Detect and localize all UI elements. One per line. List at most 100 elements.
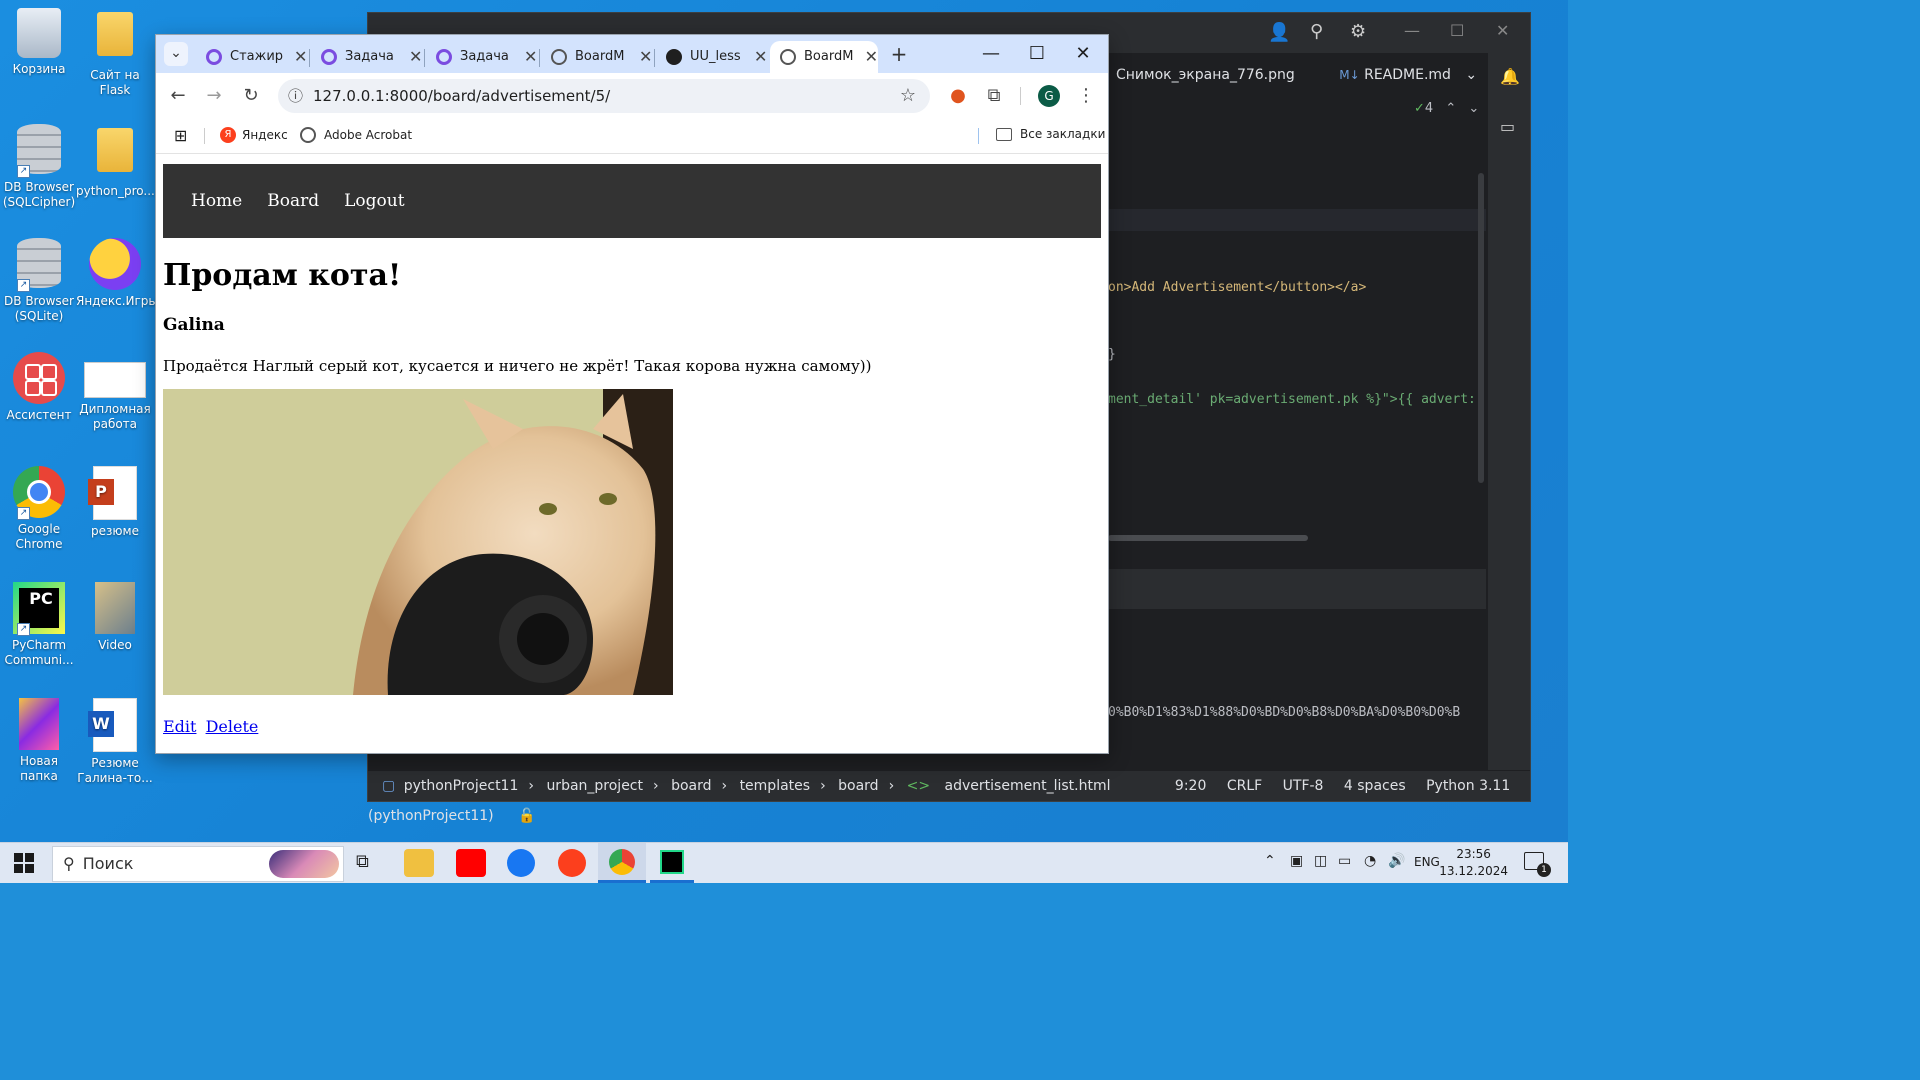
code-line[interactable]: ment_detail' pk=advertisement.pk %}">{{ … (1108, 392, 1476, 407)
chevron-down-icon[interactable]: ⌄ (1468, 101, 1479, 116)
tray-device-icon[interactable]: ▣ (1290, 853, 1303, 869)
close-tab-icon[interactable]: ✕ (409, 43, 422, 71)
lock-icon[interactable]: 🔓 (518, 808, 535, 824)
close-tab-icon[interactable]: ✕ (524, 43, 537, 71)
browser-tab[interactable]: UU_less ✕ (656, 41, 768, 73)
windows-start-icon[interactable] (14, 853, 34, 873)
desktop-icon-new-folder[interactable]: Новая папка (0, 698, 78, 784)
breadcrumb-item[interactable]: board (671, 778, 711, 794)
bell-icon[interactable]: 🔔 (1500, 67, 1520, 86)
tab-readme[interactable]: README.md (1364, 67, 1451, 83)
reload-icon[interactable]: ↻ (239, 84, 263, 108)
desktop-icon-flask-site[interactable]: Сайт на Flask (76, 8, 154, 98)
site-info-icon[interactable]: ⓘ (288, 87, 303, 105)
volume-icon[interactable]: 🔊 (1388, 853, 1405, 869)
chrome-window[interactable]: ⌄ Стажир ✕ Задача ✕ Задача ✕ BoardM ✕ UU… (155, 34, 1109, 754)
battery-icon[interactable]: ▭ (1338, 853, 1351, 869)
task-view-icon[interactable]: ⧉ (356, 851, 369, 872)
browser-tab[interactable]: Задача ✕ (426, 41, 538, 73)
close-icon[interactable]: ✕ (1496, 21, 1509, 40)
yandex-browser-icon[interactable] (558, 849, 586, 877)
notification-center-icon[interactable]: 1 (1524, 852, 1551, 877)
browser-tab[interactable]: BoardM ✕ (541, 41, 653, 73)
close-tab-icon[interactable]: ✕ (865, 43, 878, 71)
all-bookmarks-button[interactable]: Все закладки (996, 127, 1105, 141)
desktop-icon-assistant[interactable]: Ассистент (0, 352, 78, 423)
desktop-icon-python-project[interactable]: python_pro... (76, 124, 155, 199)
tab-screenshot-file[interactable]: Снимок_экрана_776.png (1116, 67, 1295, 83)
facebook-icon[interactable] (507, 849, 535, 877)
python-interpreter[interactable]: Python 3.11 (pythonProject11) (368, 778, 1510, 824)
menu-dots-icon[interactable]: ⋮ (1074, 84, 1098, 108)
close-button[interactable]: ✕ (1060, 35, 1106, 73)
close-tab-icon[interactable]: ✕ (754, 43, 767, 71)
bookmark-yandex[interactable]: Я Яндекс (220, 127, 288, 143)
file-explorer-icon[interactable] (404, 849, 434, 877)
minimize-button[interactable]: — (968, 35, 1014, 73)
tray-chevron-up-icon[interactable]: ⌃ (1264, 853, 1276, 869)
desktop-icon-yandex-games[interactable]: Яндекс.Игры (76, 238, 158, 309)
desktop-icon-diploma[interactable]: Дипломная работа (76, 352, 154, 432)
apps-grid-icon[interactable]: ⊞ (174, 126, 187, 145)
input-language[interactable]: ENG (1414, 855, 1440, 869)
clock[interactable]: 23:56 13.12.2024 (1439, 846, 1508, 880)
breadcrumb-item[interactable]: pythonProject11 (404, 778, 519, 794)
horizontal-scrollbar[interactable] (1108, 535, 1308, 541)
bookmark-star-icon[interactable]: ☆ (900, 79, 916, 113)
delete-link[interactable]: Delete (206, 717, 259, 736)
forward-icon[interactable]: → (202, 84, 226, 108)
breadcrumb-item[interactable]: urban_project (546, 778, 643, 794)
indent-setting[interactable]: 4 spaces (1344, 778, 1406, 794)
user-icon[interactable]: 👤 (1268, 22, 1290, 43)
breadcrumb-item[interactable]: board (838, 778, 878, 794)
breadcrumb-item[interactable]: templates (740, 778, 811, 794)
extensions-puzzle-icon[interactable]: ⧉ (982, 84, 1006, 108)
extension-flame-icon[interactable]: ● (946, 84, 970, 108)
browser-tab[interactable]: Стажир ✕ (196, 41, 308, 73)
maximize-button[interactable]: ☐ (1014, 35, 1060, 73)
new-tab-button[interactable]: + (888, 43, 910, 65)
inspection-badge[interactable]: ✓4 ⌃ ⌄ (1414, 101, 1479, 116)
profile-avatar[interactable]: G (1038, 85, 1060, 107)
cursor-position[interactable]: 9:20 (1175, 778, 1206, 794)
desktop-icon-db-browser-sqlcipher[interactable]: ↗ DB Browser (SQLCipher) (0, 124, 78, 210)
chevron-up-icon[interactable]: ⌃ (1445, 101, 1456, 116)
nav-home-link[interactable]: Home (191, 191, 242, 211)
desktop-icon-recycle-bin[interactable]: Корзина (0, 8, 78, 77)
desktop-icon-db-browser-sqlite[interactable]: ↗ DB Browser (SQLite) (0, 238, 78, 324)
back-icon[interactable]: ← (166, 84, 190, 108)
browser-tab-active[interactable]: BoardM ✕ (770, 41, 878, 73)
browser-tab[interactable]: Задача ✕ (311, 41, 423, 73)
chrome-taskbar-button[interactable] (598, 843, 646, 883)
tab-search-button[interactable]: ⌄ (164, 42, 188, 66)
minimize-icon[interactable]: — (1404, 21, 1420, 40)
tray-app-icon[interactable]: ◫ (1314, 853, 1327, 869)
desktop-icon-resume-ppt[interactable]: P резюме (76, 466, 154, 539)
pycharm-taskbar-button[interactable] (650, 843, 694, 883)
desktop-icon-resume-word[interactable]: W Резюме Галина-то... (76, 698, 154, 786)
search-icon[interactable]: ⚲ (1310, 21, 1323, 42)
youtube-icon[interactable] (456, 849, 486, 877)
chevron-down-icon[interactable]: ⌄ (1465, 67, 1477, 83)
code-line[interactable]: on>Add Advertisement</button></a> (1108, 280, 1366, 295)
nav-logout-link[interactable]: Logout (344, 191, 404, 211)
desktop-icon-video[interactable]: Video (76, 582, 154, 653)
address-bar[interactable]: ⓘ 127.0.0.1:8000/board/advertisement/5/ ☆ (278, 79, 930, 113)
toolbox-icon[interactable]: ▭ (1500, 117, 1515, 136)
taskbar-search[interactable]: ⚲ Поиск (52, 846, 344, 882)
desktop-icon-google-chrome[interactable]: ↗ Google Chrome (0, 466, 78, 552)
close-tab-icon[interactable]: ✕ (294, 43, 307, 71)
wifi-icon[interactable]: ◔ (1364, 853, 1376, 869)
code-line[interactable]: } (1108, 347, 1116, 362)
close-tab-icon[interactable]: ✕ (639, 43, 652, 71)
edit-link[interactable]: Edit (163, 717, 196, 736)
breadcrumb-item[interactable]: advertisement_list.html (945, 778, 1111, 794)
line-separator[interactable]: CRLF (1227, 778, 1262, 794)
vertical-scrollbar[interactable] (1478, 173, 1484, 483)
desktop-icon-pycharm[interactable]: PC ↗ PyCharm Communi... (0, 582, 78, 668)
file-encoding[interactable]: UTF-8 (1283, 778, 1324, 794)
bookmark-adobe-acrobat[interactable]: Adobe Acrobat (300, 127, 412, 143)
maximize-icon[interactable]: ☐ (1450, 21, 1464, 40)
nav-board-link[interactable]: Board (267, 191, 319, 211)
settings-icon[interactable]: ⚙ (1350, 21, 1366, 42)
